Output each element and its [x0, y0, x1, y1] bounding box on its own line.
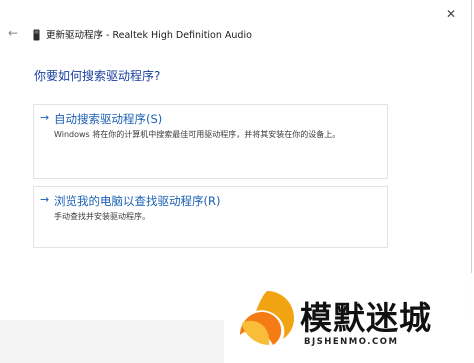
watermark-name: 模默迷城 [300, 299, 433, 337]
window-title: 更新驱动程序 - Realtek High Definition Audio [46, 30, 252, 41]
option-description: Windows 将在你的计算机中搜索最佳可用驱动程序，并将其安装在你的设备上。 [54, 130, 341, 139]
page-heading: 你要如何搜索驱动程序? [34, 69, 161, 83]
browse-computer-option[interactable]: → 浏览我的电脑以查找驱动程序(R) 手动查找并安装驱动程序。 [33, 186, 388, 248]
device-icon [33, 29, 40, 41]
watermark-url: BJSHENMO.COM [304, 337, 399, 347]
auto-search-option[interactable]: → 自动搜索驱动程序(S) Windows 将在你的计算机中搜索最佳可用驱动程序… [33, 104, 388, 179]
back-arrow-icon[interactable]: ← [8, 26, 18, 40]
arrow-right-icon: → [40, 193, 50, 206]
close-icon[interactable]: ✕ [446, 7, 456, 21]
watermark: 模默迷城 BJSHENMO.COM [224, 273, 474, 363]
watermark-logo-icon [240, 291, 294, 345]
close-button[interactable]: ✕ [443, 6, 459, 22]
option-title[interactable]: 浏览我的电脑以查找驱动程序(R) [54, 193, 220, 209]
option-description: 手动查找并安装驱动程序。 [54, 212, 150, 221]
arrow-right-icon: → [40, 111, 50, 124]
option-title[interactable]: 自动搜索驱动程序(S) [54, 111, 162, 127]
title-bar: ← 更新驱动程序 - Realtek High Definition Audio [0, 22, 471, 48]
